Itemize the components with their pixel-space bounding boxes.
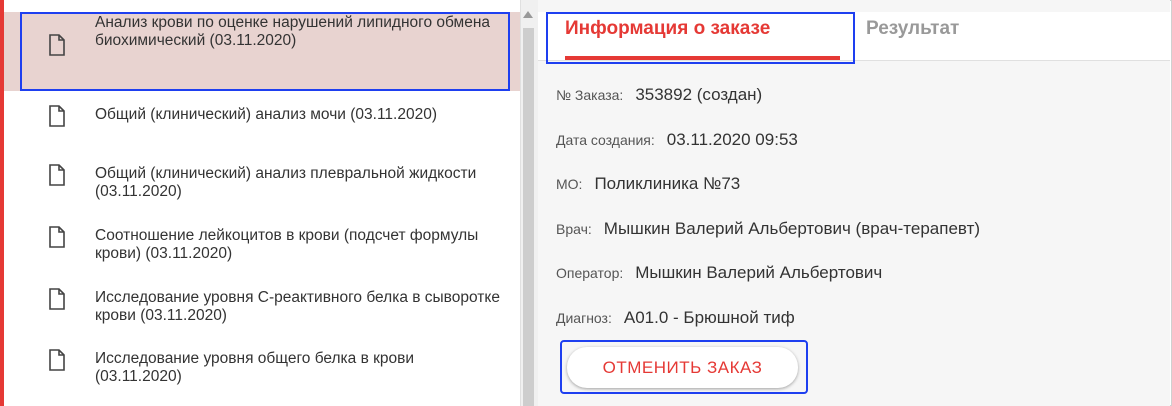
operator-row: Оператор: Мышкин Валерий Альбертович: [556, 263, 882, 283]
created-date-row: Дата создания: 03.11.2020 09:53: [556, 130, 798, 150]
document-icon: [49, 164, 65, 186]
list-item[interactable]: Исследование уровня С-реактивного белка …: [0, 278, 520, 328]
active-tab-highlight: [546, 12, 855, 64]
document-icon: [49, 226, 65, 248]
mo-value: Поликлиника №73: [594, 174, 741, 193]
operator-value: Мышкин Валерий Альбертович: [635, 263, 883, 282]
order-number-value: 353892 (создан): [635, 85, 763, 104]
order-number-row: № Заказа: 353892 (создан): [556, 85, 762, 105]
orders-list: Анализ крови по оценке нарушений липидно…: [0, 0, 521, 406]
document-icon: [49, 105, 65, 127]
created-date-label: Дата создания:: [556, 132, 655, 148]
list-item-label: Соотношение лейкоцитов в крови (подсчет …: [95, 227, 479, 262]
diagnosis-label: Диагноз:: [556, 310, 612, 326]
mo-row: МО: Поликлиника №73: [556, 174, 740, 194]
list-item-label: Исследование уровня С-реактивного белка …: [95, 289, 500, 324]
list-item-label: Исследование уровня общего белка в крови…: [95, 350, 415, 385]
operator-label: Оператор:: [556, 265, 624, 281]
list-item[interactable]: Общий (клинический) анализ плевральной ж…: [0, 154, 520, 204]
diagnosis-value: A01.0 - Брюшной тиф: [623, 308, 795, 327]
selected-item-highlight: [20, 12, 510, 91]
list-item-label: Общий (клинический) анализ плевральной ж…: [95, 165, 477, 200]
cancel-button-highlight: [560, 340, 808, 394]
list-item[interactable]: Исследование уровня общего белка в крови…: [0, 339, 520, 389]
diagnosis-row: Диагноз: A01.0 - Брюшной тиф: [556, 308, 795, 328]
selection-indicator: [0, 0, 4, 406]
list-item-label: Общий (клинический) анализ мочи (03.11.2…: [95, 106, 437, 123]
scroll-up-arrow-icon[interactable]: [523, 11, 533, 18]
mo-label: МО:: [556, 176, 583, 192]
list-item[interactable]: Соотношение лейкоцитов в крови (подсчет …: [0, 216, 520, 266]
doctor-row: Врач: Мышкин Валерий Альбертович (врач-те…: [556, 219, 980, 239]
list-item[interactable]: Общий (клинический) анализ мочи (03.11.2…: [0, 95, 520, 145]
order-number-label: № Заказа:: [556, 87, 624, 103]
scroll-thumb[interactable]: [523, 28, 534, 406]
document-icon: [49, 288, 65, 310]
doctor-value: Мышкин Валерий Альбертович (врач-терапев…: [603, 219, 981, 238]
tab-result[interactable]: Результат: [866, 18, 959, 40]
document-icon: [49, 349, 65, 371]
created-date-value: 03.11.2020 09:53: [666, 130, 798, 149]
doctor-label: Врач:: [556, 221, 592, 237]
